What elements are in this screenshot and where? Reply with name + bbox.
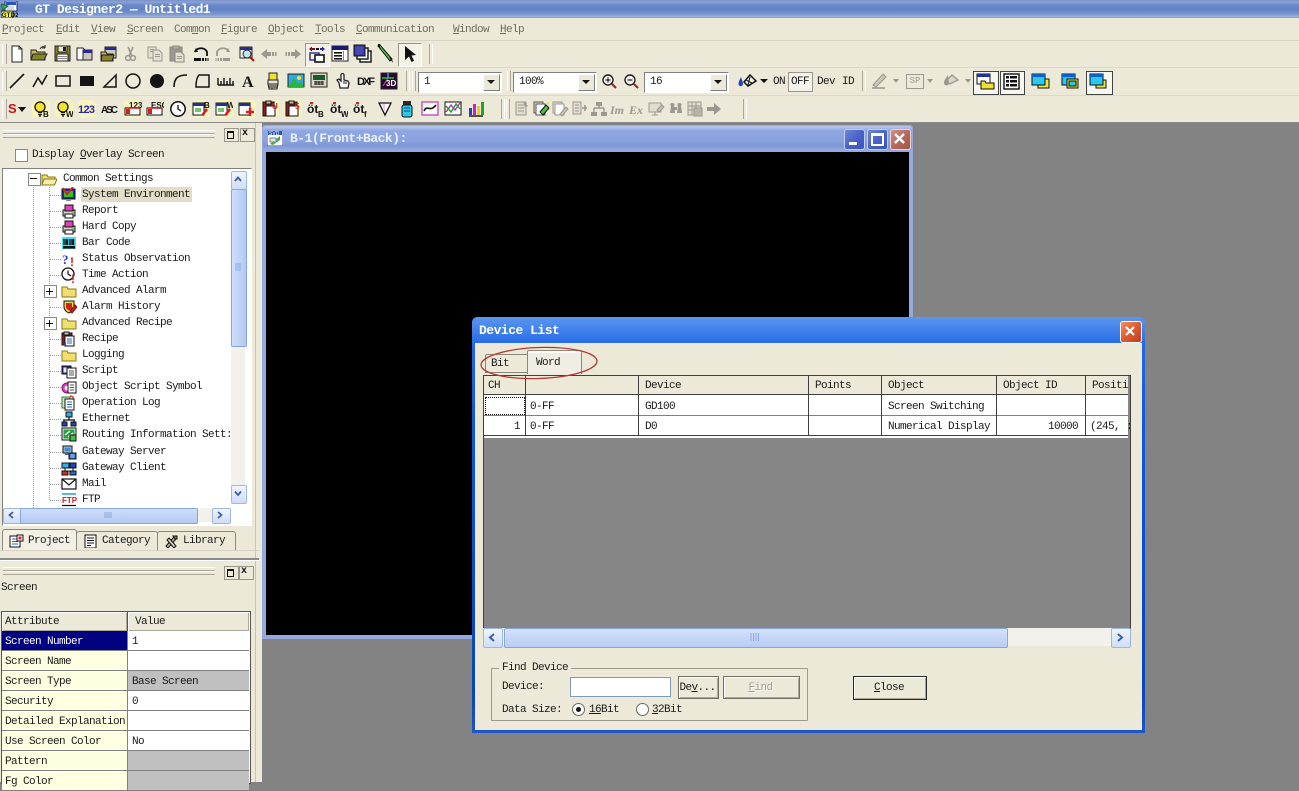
svg-text:5: 5 — [295, 102, 300, 111]
svg-text:öt: öt — [353, 102, 364, 116]
svg-text:Ex: Ex — [628, 103, 643, 117]
svg-text:123: 123 — [78, 104, 95, 116]
svg-text:?: ? — [62, 252, 69, 267]
svg-text:A: A — [242, 74, 254, 90]
svg-text:W: W — [341, 110, 348, 118]
svg-text:!: ! — [71, 272, 75, 283]
svg-text:öt: öt — [307, 102, 318, 116]
svg-text:ASC: ASC — [101, 105, 118, 116]
svg-text:3D: 3D — [386, 79, 396, 88]
svg-text:B: B — [204, 101, 210, 110]
svg-text:f: f — [364, 110, 367, 118]
svg-text:U: U — [272, 102, 278, 111]
svg-text:Im: Im — [609, 103, 624, 117]
svg-text:W: W — [227, 101, 233, 110]
svg-text:W: W — [66, 110, 73, 118]
svg-text:FTP: FTP — [62, 496, 77, 505]
svg-text:!: ! — [70, 255, 74, 267]
svg-text:B: B — [318, 110, 324, 118]
svg-text:öt: öt — [330, 102, 341, 116]
svg-text:DXF: DXF — [357, 76, 375, 88]
svg-text:B: B — [43, 110, 49, 118]
svg-text:SVD: SVD — [269, 131, 280, 137]
